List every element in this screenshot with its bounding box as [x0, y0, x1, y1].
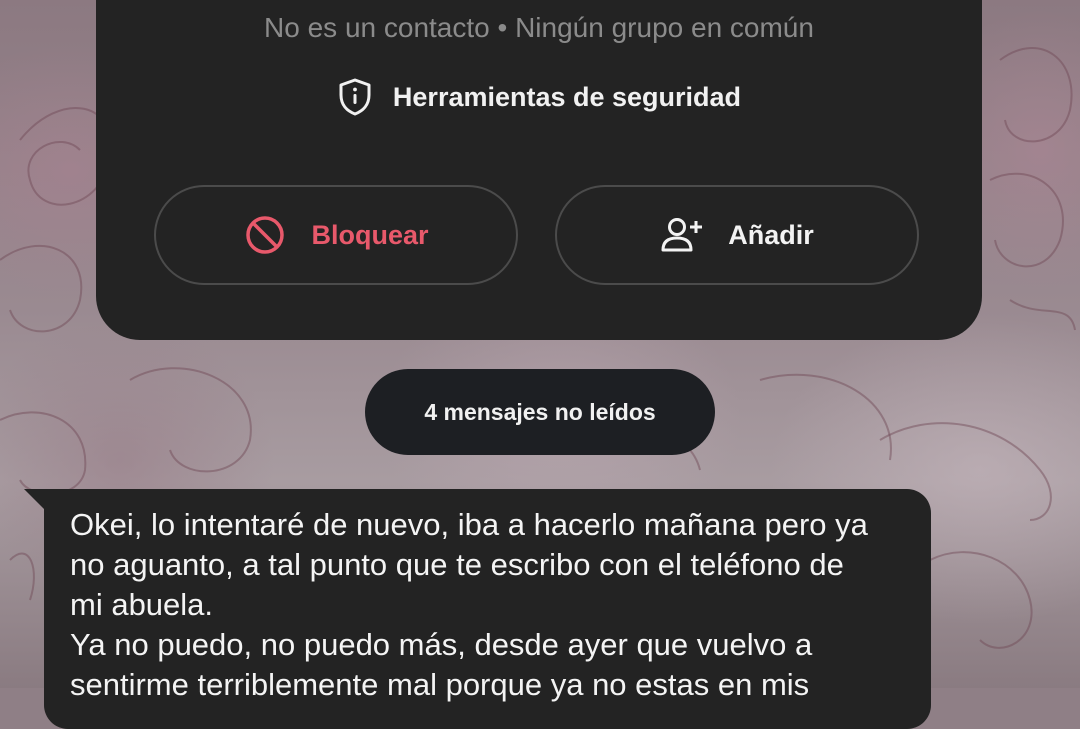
security-tools-link[interactable]: Herramientas de seguridad	[96, 78, 982, 116]
add-person-icon	[661, 218, 703, 252]
security-tools-label: Herramientas de seguridad	[392, 81, 742, 112]
add-label: Añadir	[728, 219, 814, 250]
add-contact-button[interactable]: Añadir	[555, 185, 919, 285]
shield-info-icon	[339, 78, 371, 116]
block-button[interactable]: Bloquear	[154, 185, 518, 285]
unread-messages-banner: 4 mensajes no leídos	[365, 369, 715, 455]
contact-subtitle: No es un contacto • Ningún grupo en comú…	[264, 12, 814, 43]
message-text: Okei, lo intentaré de nuevo, iba a hacer…	[70, 507, 868, 702]
message-bubble-tail	[24, 489, 46, 511]
contact-info-card: No es un contacto • Ningún grupo en comú…	[96, 0, 982, 340]
block-label: Bloquear	[311, 219, 429, 250]
block-icon	[246, 216, 285, 254]
incoming-message-bubble[interactable]: Okei, lo intentaré de nuevo, iba a hacer…	[44, 489, 931, 729]
